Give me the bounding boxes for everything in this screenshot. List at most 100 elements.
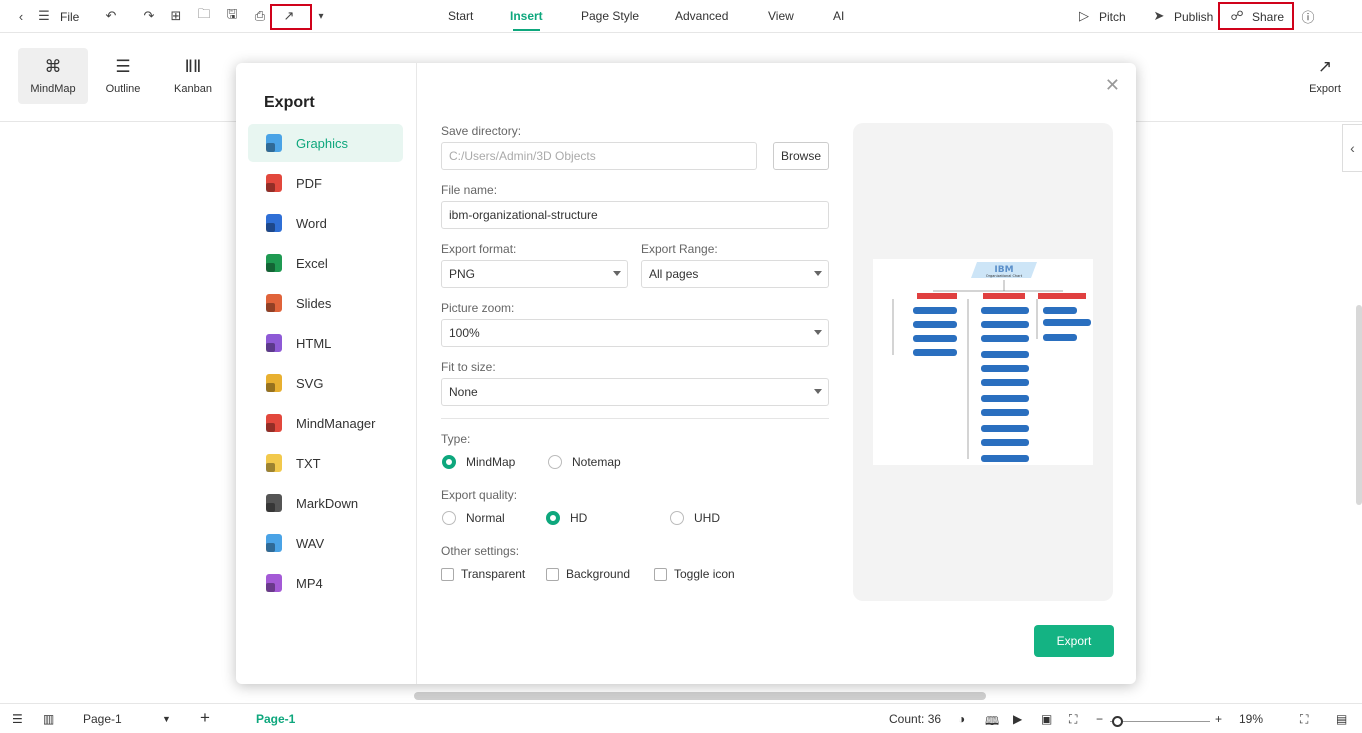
export-preview-panel: IBM Organizational Chart <box>853 123 1113 601</box>
file-name-label: File name: <box>441 183 498 197</box>
fullscreen-icon[interactable]: ⛶ <box>1300 712 1308 727</box>
sidebar-toggle-icon[interactable]: ▤ <box>1336 712 1347 726</box>
zoom-level[interactable]: 19% <box>1239 712 1263 726</box>
chevron-down-icon <box>814 330 822 335</box>
type-radio-mindmap[interactable]: MindMap <box>442 455 515 469</box>
browse-button[interactable]: Browse <box>773 142 829 170</box>
export-highlight-box <box>270 4 312 30</box>
back-icon[interactable]: ‹ <box>10 5 32 27</box>
tab-start[interactable]: Start <box>448 9 473 23</box>
page-panel-icon[interactable]: ▥ <box>43 712 54 726</box>
export-quality-label: Export quality: <box>441 488 518 502</box>
zoom-in-icon[interactable]: + <box>1215 712 1222 726</box>
pitch-button[interactable]: Pitch <box>1099 10 1126 24</box>
export-format-select[interactable]: PNG <box>441 260 628 288</box>
mindmap-view-button[interactable]: ⌘ MindMap <box>18 48 88 104</box>
format-item-label: TXT <box>296 455 321 471</box>
tab-ai[interactable]: AI <box>833 9 844 23</box>
save-icon[interactable]: 🖫 <box>221 5 243 27</box>
page-select[interactable]: Page-1 <box>83 712 122 726</box>
zoom-slider[interactable] <box>1110 721 1210 722</box>
export-range-value: All pages <box>649 267 699 281</box>
redo-icon[interactable]: ↷ <box>138 5 160 27</box>
format-item-label: PDF <box>296 175 322 191</box>
format-item-slides[interactable]: Slides <box>248 284 403 322</box>
export-button[interactable]: Export <box>1034 625 1114 657</box>
format-item-graphics[interactable]: Graphics <box>248 124 403 162</box>
outline-view-button[interactable]: ☰ Outline <box>88 48 158 104</box>
picture-zoom-value: 100% <box>449 326 480 340</box>
format-item-excel[interactable]: Excel <box>248 244 403 282</box>
export-format-value: PNG <box>449 267 476 281</box>
org-chart-thumbnail: IBM Organizational Chart <box>892 262 1091 462</box>
format-item-mp4[interactable]: MP4 <box>248 564 403 602</box>
export-dialog: Export Graphics PDF Word Excel Slides HTML SVG… <box>236 63 1136 684</box>
share-highlight-box <box>1218 2 1294 30</box>
toggle-icon-checkbox[interactable]: Toggle icon <box>654 567 735 581</box>
status-bar: ☰ ▥ Page-1 ▼ + Page-1 Count: 36 ◑ 🕮 ▶ ▣ … <box>0 703 1362 733</box>
file-name-field[interactable]: ibm-organizational-structure <box>441 201 829 229</box>
fit-page-icon[interactable]: ▣ <box>1041 712 1052 726</box>
page-tab[interactable]: Page-1 <box>256 712 295 726</box>
horizontal-scrollbar[interactable] <box>414 692 986 700</box>
close-icon[interactable]: ✕ <box>1105 75 1120 96</box>
undo-icon[interactable]: ↶ <box>100 5 122 27</box>
format-item-word[interactable]: Word <box>248 204 403 242</box>
format-item-label: SVG <box>296 375 324 391</box>
graphics-file-icon <box>266 134 282 152</box>
page-select-caret-icon[interactable]: ▼ <box>162 714 171 724</box>
tab-view[interactable]: View <box>768 9 794 23</box>
format-item-wav[interactable]: WAV <box>248 524 403 562</box>
pitch-icon[interactable]: ▷ <box>1073 5 1095 27</box>
menu-icon[interactable]: ☰ <box>33 5 55 27</box>
quality-radio-uhd[interactable]: UHD <box>670 511 720 525</box>
zoom-slider-handle[interactable] <box>1112 716 1123 727</box>
kanban-view-button[interactable]: ⅡⅡ Kanban <box>158 48 228 104</box>
radio-unselected-icon <box>548 455 562 469</box>
publish-icon[interactable]: ➤ <box>1148 5 1170 27</box>
format-item-pdf[interactable]: PDF <box>248 164 403 202</box>
fit-width-icon[interactable]: ⛶ <box>1069 712 1077 727</box>
new-file-icon[interactable]: ⊞ <box>165 5 187 27</box>
add-page-icon[interactable]: + <box>200 708 210 728</box>
file-menu[interactable]: File <box>60 10 79 24</box>
open-folder-icon[interactable]: 🗀 <box>193 5 215 27</box>
book-icon[interactable]: 🕮 <box>985 712 999 733</box>
publish-button[interactable]: Publish <box>1174 10 1213 24</box>
tab-insert[interactable]: Insert <box>510 9 543 31</box>
background-checkbox[interactable]: Background <box>546 567 630 581</box>
chevron-down-icon <box>613 271 621 276</box>
radio-selected-icon <box>546 511 560 525</box>
markdown-file-icon <box>266 494 282 512</box>
format-item-txt[interactable]: TXT <box>248 444 403 482</box>
format-item-svg[interactable]: SVG <box>248 364 403 402</box>
export-range-select[interactable]: All pages <box>641 260 829 288</box>
export-toolbar-button[interactable]: ↗ Export <box>1290 48 1360 104</box>
quality-radio-normal[interactable]: Normal <box>442 511 505 525</box>
tab-page-style[interactable]: Page Style <box>581 9 639 23</box>
more-dropdown-icon[interactable]: ▾ <box>310 5 332 27</box>
zoom-out-icon[interactable]: − <box>1096 712 1103 726</box>
quality-radio-hd[interactable]: HD <box>546 511 587 525</box>
print-icon[interactable]: ⎙ <box>249 5 271 27</box>
picture-zoom-select[interactable]: 100% <box>441 319 829 347</box>
play-icon[interactable]: ▶ <box>1013 712 1022 726</box>
vertical-scrollbar[interactable] <box>1356 305 1362 505</box>
format-item-label: MindManager <box>296 415 376 431</box>
type-radio-notemap[interactable]: Notemap <box>548 455 621 469</box>
format-item-mindmanager[interactable]: MindManager <box>248 404 403 442</box>
outline-toggle-icon[interactable]: ☰ <box>12 712 23 726</box>
save-directory-field[interactable]: C:/Users/Admin/3D Objects <box>441 142 757 170</box>
theme-icon[interactable]: ◑ <box>958 712 965 726</box>
help-icon[interactable]: ⓘ <box>1297 5 1319 27</box>
fit-to-size-select[interactable]: None <box>441 378 829 406</box>
format-item-markdown[interactable]: MarkDown <box>248 484 403 522</box>
type-label: Type: <box>441 432 471 446</box>
format-item-html[interactable]: HTML <box>248 324 403 362</box>
format-item-label: Graphics <box>296 135 349 151</box>
preview-subtitle: Organizational Chart <box>986 274 1023 278</box>
format-item-label: WAV <box>296 535 325 551</box>
transparent-checkbox[interactable]: Transparent <box>441 567 525 581</box>
collapse-panel-chevron-icon[interactable]: ‹ <box>1342 124 1362 172</box>
tab-advanced[interactable]: Advanced <box>675 9 728 23</box>
